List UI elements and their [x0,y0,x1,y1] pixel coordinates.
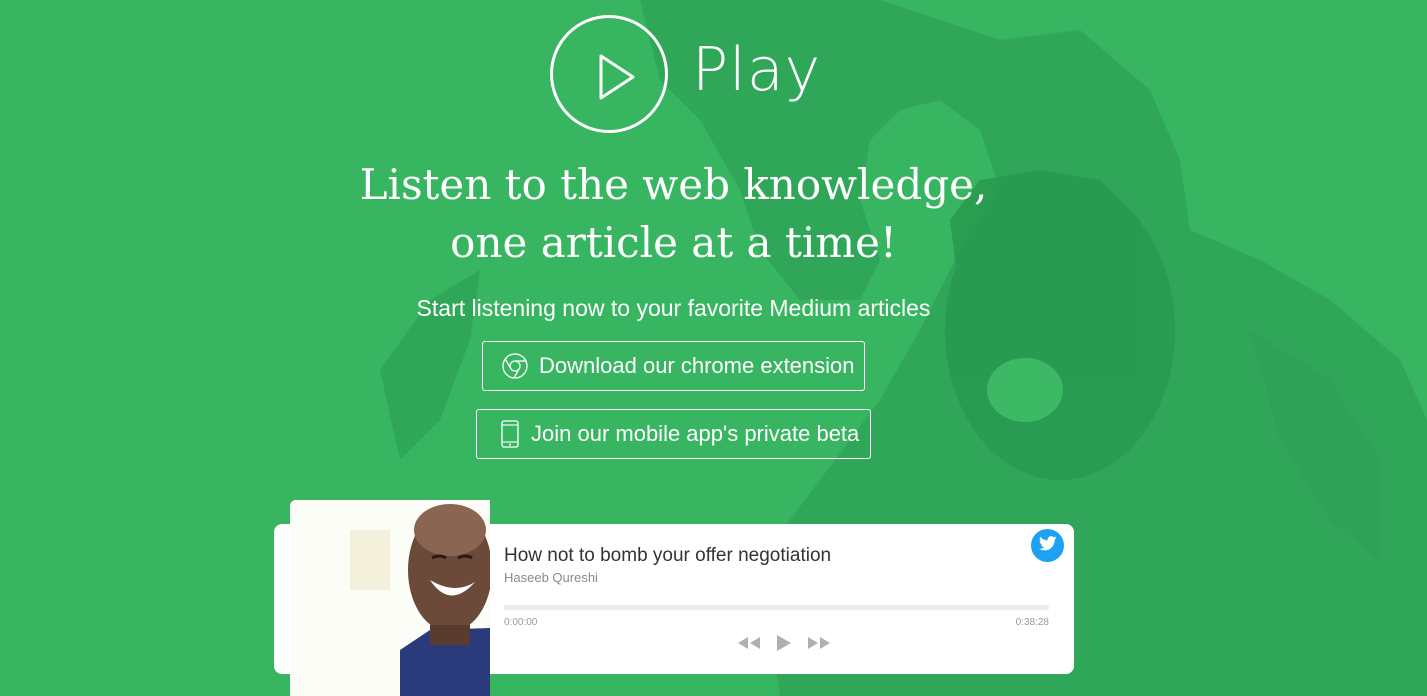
progress-bar[interactable] [504,605,1049,610]
landing-page: Play Listen to the web knowledge, one ar… [0,0,1427,696]
play-circle-icon [550,15,668,133]
headline-line-1: Listen to the web knowledge, [359,160,988,209]
audio-player-card: How not to bomb your offer negotiation H… [490,524,1074,674]
join-mobile-beta-button[interactable]: Join our mobile app's private beta [476,409,871,459]
mobile-beta-label: Join our mobile app's private beta [531,421,860,446]
download-chrome-extension-button[interactable]: Download our chrome extension [482,341,865,391]
brand-logo[interactable]: Play [550,13,821,135]
chrome-extension-label: Download our chrome extension [539,353,855,378]
time-elapsed: 0:00:00 [504,617,538,628]
hero-subheadline: Start listening now to your favorite Med… [416,295,931,321]
hero-headline: Listen to the web knowledge, one article… [0,156,1347,272]
play-icon[interactable] [776,634,792,652]
rewind-icon[interactable] [736,635,762,651]
twitter-icon [1038,535,1057,556]
track-title[interactable]: How not to bomb your offer negotiation [504,545,831,567]
twitter-share-button[interactable] [1031,529,1064,562]
track-author: Haseeb Qureshi [504,570,598,585]
author-photo [290,500,490,696]
smartphone-icon [499,419,521,449]
fast-forward-icon[interactable] [806,635,832,651]
playback-controls [736,634,832,652]
time-total: 0:38:28 [1015,617,1049,628]
chrome-icon [501,352,529,380]
brand-name: Play [692,35,822,105]
headline-line-2: one article at a time! [450,218,897,267]
